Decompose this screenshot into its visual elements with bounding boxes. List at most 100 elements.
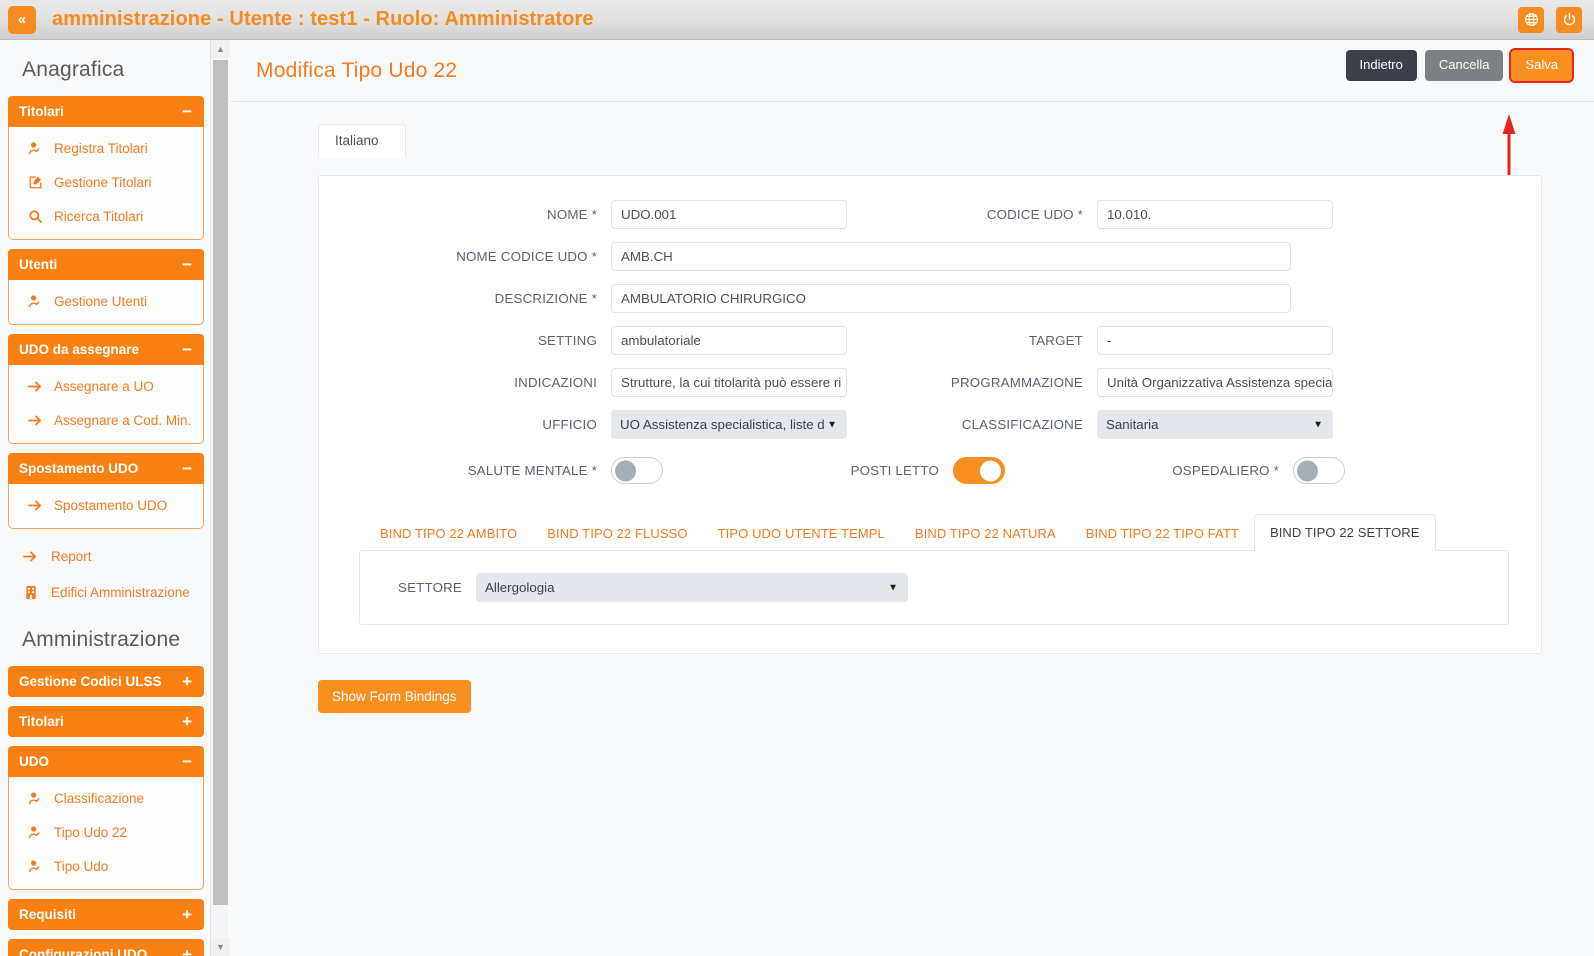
label-ospedaliero: OSPEDALIERO *: [1172, 463, 1279, 478]
toggle-knob: [1297, 460, 1318, 481]
sidebar-group-label: UDO da assegnare: [19, 342, 140, 357]
classificazione-select[interactable]: Sanitaria ▼: [1097, 410, 1333, 439]
sidebar-item-tipo-udo[interactable]: Tipo Udo: [9, 849, 203, 883]
sidebar-item-assegnare-a-uo[interactable]: Assegnare a UO: [9, 369, 203, 403]
arrow-right-icon: [27, 380, 44, 393]
sidebar-group-label: Titolari: [19, 104, 64, 119]
chevron-down-icon: ▼: [1313, 419, 1323, 430]
user-add-icon: [27, 825, 44, 840]
sidebar-group-udo-da-assegnare: UDO da assegnare − Assegnare a UO Assegn…: [8, 334, 204, 444]
label-programmazione: PROGRAMMAZIONE: [950, 375, 1083, 390]
sidebar-group-udo: UDO − Classificazione Tipo Udo 22 Tipo U…: [8, 746, 204, 890]
sidebar-group-header-utenti[interactable]: Utenti −: [8, 249, 204, 280]
tab-bind-tipo-22-natura[interactable]: BIND TIPO 22 NATURA: [900, 516, 1071, 550]
language-button[interactable]: [1518, 6, 1544, 33]
header-title: amministrazione - Utente : test1 - Ruolo…: [52, 8, 594, 30]
sidebar-group-label: Gestione Codici ULSS: [19, 674, 162, 689]
header-actions: [1518, 6, 1582, 33]
sidebar-item-label: Registra Titolari: [54, 140, 148, 156]
sidebar-item-gestione-titolari[interactable]: Gestione Titolari: [9, 165, 203, 199]
scroll-down-arrow-icon[interactable]: ▼: [211, 938, 230, 956]
top-header-bar: « amministrazione - Utente : test1 - Ruo…: [0, 0, 1594, 40]
collapse-minus-icon: −: [182, 255, 192, 274]
form-row-descrizione: DESCRIZIONE * AMBULATORIO CHIRURGICO: [351, 284, 1509, 313]
sidebar-group-label: Utenti: [19, 257, 58, 272]
cancel-button[interactable]: Cancella: [1424, 50, 1504, 81]
page-title: Modifica Tipo Udo 22: [256, 58, 458, 82]
sidebar-group-label: Spostamento UDO: [19, 461, 139, 476]
arrow-right-icon: [22, 550, 39, 563]
salute-mentale-toggle[interactable]: [611, 457, 663, 484]
sidebar-group-header-titolari-admin[interactable]: Titolari +: [8, 706, 204, 737]
sidebar-group-header-udo[interactable]: UDO −: [8, 746, 204, 777]
sidebar-scrollbar[interactable]: ▲ ▼: [210, 40, 230, 956]
programmazione-input[interactable]: Unità Organizzativa Assistenza specia: [1097, 368, 1333, 397]
tab-bind-tipo-22-flusso[interactable]: BIND TIPO 22 FLUSSO: [532, 516, 702, 550]
label-posti-letto: POSTI LETTO: [850, 463, 939, 478]
tab-tipo-udo-utente-templ[interactable]: TIPO UDO UTENTE TEMPL: [703, 516, 900, 550]
sidebar-collapse-button[interactable]: «: [8, 5, 36, 34]
sidebar-group-header-titolari[interactable]: Titolari −: [8, 96, 204, 127]
label-salute-mentale: SALUTE MENTALE *: [467, 463, 597, 478]
sidebar-item-ricerca-titolari[interactable]: Ricerca Titolari: [9, 199, 203, 233]
nome-codice-udo-input[interactable]: AMB.CH: [611, 242, 1291, 271]
settore-select[interactable]: Allergologia ▼: [476, 573, 908, 602]
sidebar-item-edifici-amministrazione[interactable]: Edifici Amministrazione: [8, 574, 204, 610]
nome-input[interactable]: UDO.001: [611, 200, 847, 229]
indicazioni-input[interactable]: Strutture, la cui titolarità può essere …: [611, 368, 847, 397]
sidebar-item-report[interactable]: Report: [8, 538, 204, 574]
sidebar-group-header-udo-da-assegnare[interactable]: UDO da assegnare −: [8, 334, 204, 365]
save-button[interactable]: Salva: [1509, 48, 1574, 83]
sidebar-item-classificazione[interactable]: Classificazione: [9, 781, 203, 815]
collapse-minus-icon: −: [182, 102, 192, 121]
show-form-bindings-button[interactable]: Show Form Bindings: [318, 680, 471, 713]
sidebar-group-titolari-admin: Titolari +: [8, 706, 204, 737]
label-settore: SETTORE: [398, 580, 462, 595]
sidebar-item-spostamento-udo[interactable]: Spostamento UDO: [9, 488, 203, 522]
edit-square-icon: [27, 175, 44, 190]
ufficio-select[interactable]: UO Assistenza specialistica, liste d ▼: [611, 410, 847, 439]
sidebar-section-title-anagrafica: Anagrafica: [22, 58, 125, 81]
building-icon: [22, 585, 39, 600]
sidebar-item-label: Gestione Titolari: [54, 174, 152, 190]
sidebar-group-header-configurazioni-udo[interactable]: Configurazioni UDO +: [8, 939, 204, 956]
target-input[interactable]: -: [1097, 326, 1333, 355]
sidebar-group-gestione-codici-ulss: Gestione Codici ULSS +: [8, 666, 204, 697]
descrizione-input[interactable]: AMBULATORIO CHIRURGICO: [611, 284, 1291, 313]
form-area: Italiano NOME * UDO.001 CODICE UDO * 10.…: [230, 102, 1594, 713]
codice-udo-input[interactable]: 10.010.: [1097, 200, 1333, 229]
user-add-icon: [27, 294, 44, 309]
sidebar-group-body: Assegnare a UO Assegnare a Cod. Min.: [8, 365, 204, 444]
scroll-up-arrow-icon[interactable]: ▲: [211, 40, 230, 58]
ufficio-select-value: UO Assistenza specialistica, liste d: [620, 417, 825, 432]
power-icon: [1562, 12, 1577, 27]
tab-bind-tipo-22-settore[interactable]: BIND TIPO 22 SETTORE: [1253, 514, 1436, 551]
collapse-minus-icon: −: [182, 340, 192, 359]
chevron-down-icon: ▼: [888, 582, 898, 593]
ospedaliero-toggle[interactable]: [1293, 457, 1345, 484]
sidebar-item-label: Assegnare a UO: [54, 378, 154, 394]
sidebar-item-assegnare-a-cod-min[interactable]: Assegnare a Cod. Min.: [9, 403, 203, 437]
sidebar-item-tipo-udo-22[interactable]: Tipo Udo 22: [9, 815, 203, 849]
tab-bind-tipo-22-ambito[interactable]: BIND TIPO 22 AMBITO: [365, 516, 532, 550]
expand-plus-icon: +: [182, 905, 192, 924]
globe-icon: [1524, 12, 1539, 27]
sidebar-item-label: Classificazione: [54, 790, 145, 806]
sidebar-item-gestione-utenti[interactable]: Gestione Utenti: [9, 284, 203, 318]
chevron-down-icon: ▼: [827, 419, 837, 430]
posti-letto-toggle[interactable]: [953, 457, 1005, 484]
collapse-minus-icon: −: [182, 752, 192, 771]
sidebar-group-header-gestione-codici-ulss[interactable]: Gestione Codici ULSS +: [8, 666, 204, 697]
setting-input[interactable]: ambulatoriale: [611, 326, 847, 355]
scrollbar-thumb[interactable]: [213, 60, 228, 905]
back-button[interactable]: Indietro: [1345, 50, 1417, 81]
toggle-knob: [980, 460, 1001, 481]
label-nome-codice-udo: NOME CODICE UDO *: [456, 249, 597, 264]
sidebar-group-header-spostamento-udo[interactable]: Spostamento UDO −: [8, 453, 204, 484]
tab-bind-tipo-22-tipo-fatt[interactable]: BIND TIPO 22 TIPO FATT: [1071, 516, 1254, 550]
logout-button[interactable]: [1556, 6, 1582, 33]
sidebar-item-registra-titolari[interactable]: Registra Titolari: [9, 131, 203, 165]
sidebar-group-header-requisiti[interactable]: Requisiti +: [8, 899, 204, 930]
tab-italiano[interactable]: Italiano: [318, 124, 406, 157]
sidebar-group-configurazioni-udo: Configurazioni UDO +: [8, 939, 204, 956]
